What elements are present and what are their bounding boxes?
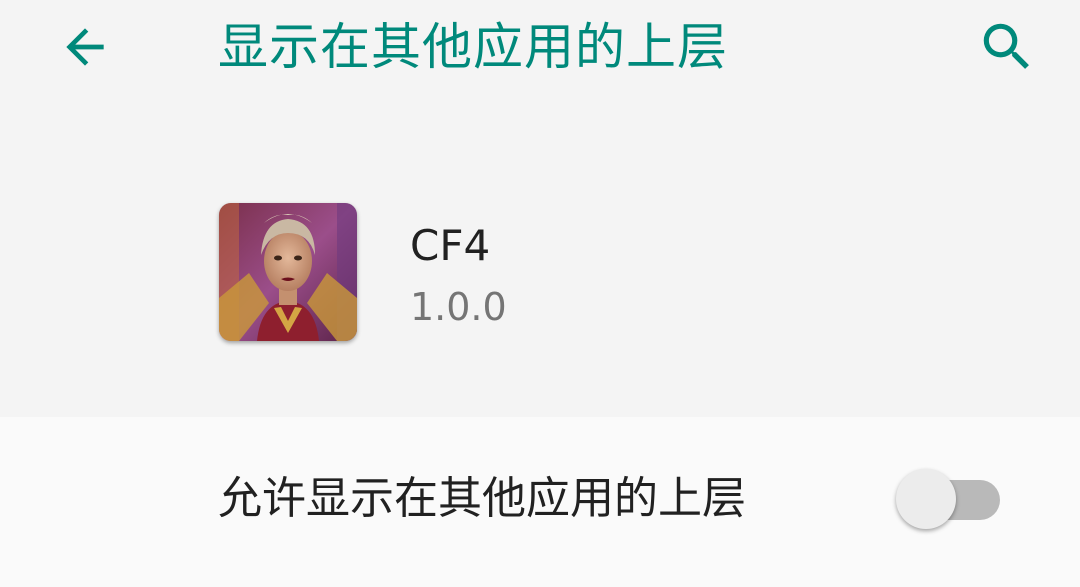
app-icon — [219, 203, 357, 341]
allow-overlay-row[interactable]: 允许显示在其他应用的上层 — [0, 417, 1080, 587]
app-header: CF4 1.0.0 — [0, 96, 1080, 417]
search-icon — [983, 23, 1029, 69]
app-version: 1.0.0 — [410, 285, 507, 329]
switch-thumb — [896, 469, 956, 529]
page-title: 显示在其他应用的上层 — [218, 18, 728, 76]
app-name: CF4 — [410, 221, 491, 270]
screen: 显示在其他应用的上层 CF4 1.0.0 允许显示在其他应用的上层 — [0, 0, 1080, 587]
back-button[interactable] — [40, 4, 130, 90]
arrow-back-icon — [66, 28, 104, 66]
toolbar: 显示在其他应用的上层 — [0, 0, 1080, 96]
search-button[interactable] — [962, 4, 1052, 90]
allow-overlay-switch[interactable] — [896, 467, 1002, 531]
allow-overlay-label: 允许显示在其他应用的上层 — [218, 473, 746, 524]
